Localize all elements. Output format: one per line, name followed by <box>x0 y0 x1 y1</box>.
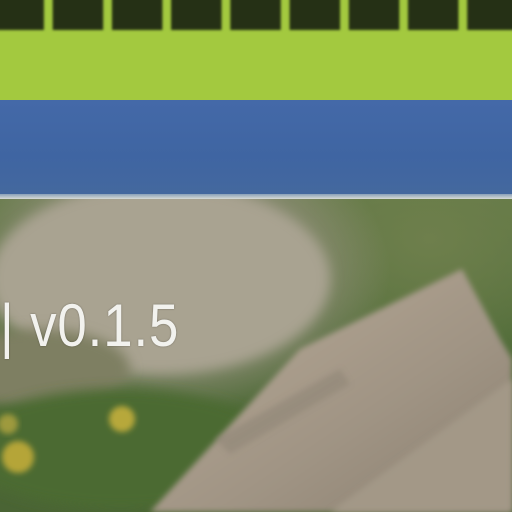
top-banner: ▄▄▄▄▄▄▄▄▄ <box>0 0 512 100</box>
game-screen: ▄▄▄▄▄▄▄▄▄ <box>0 0 512 512</box>
flower-shape <box>2 441 34 473</box>
flower-shape <box>109 406 135 432</box>
header-bar <box>0 100 512 194</box>
banner-title-fragment: ▄▄▄▄▄▄▄▄▄ <box>0 0 512 30</box>
version-label: | v0.1.5 <box>0 292 180 359</box>
